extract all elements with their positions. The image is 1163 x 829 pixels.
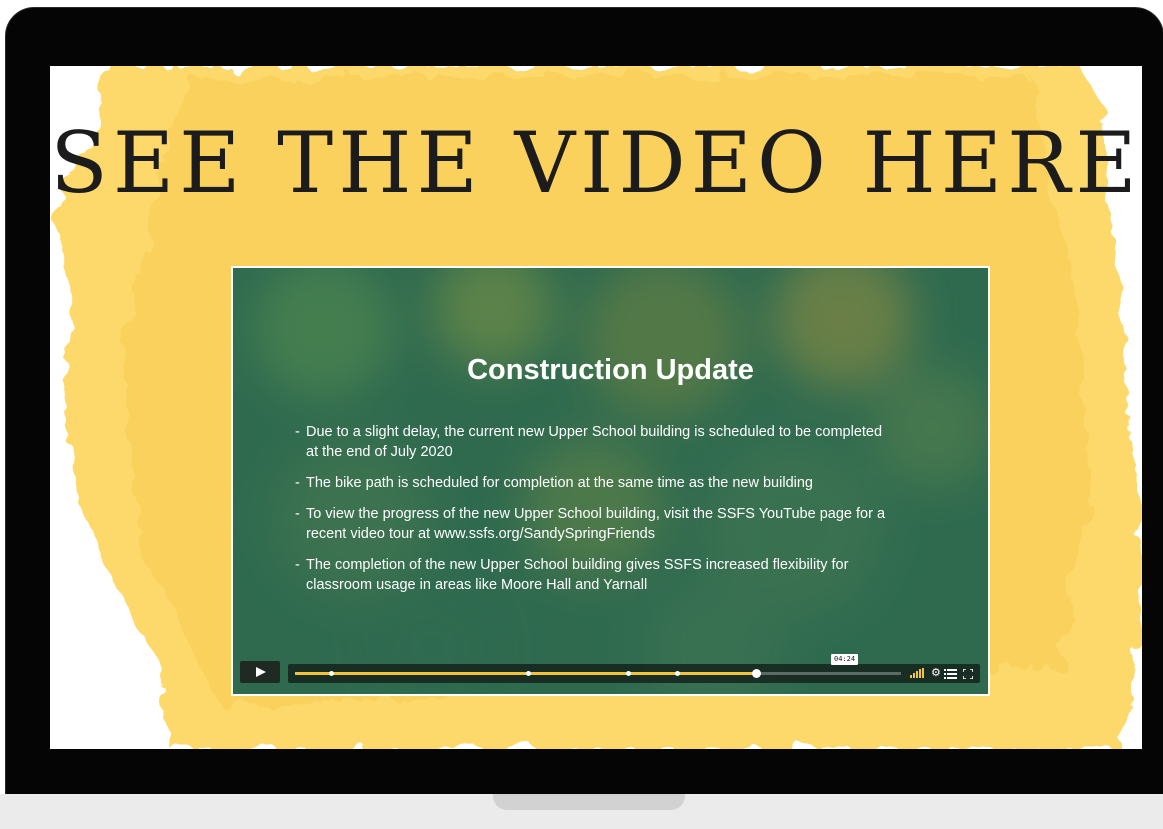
laptop-bezel: SEE THE VIDEO HERE Construction Update -… xyxy=(6,8,1163,794)
volume-icon[interactable] xyxy=(909,668,925,678)
player-control-bar: 04:24 ⚙ xyxy=(288,654,980,683)
bullet-item: - Due to a slight delay, the current new… xyxy=(295,422,975,462)
bullet-line: classroom usage in areas like Moore Hall… xyxy=(306,577,648,593)
bullet-item: - The completion of the new Upper School… xyxy=(295,555,975,595)
laptop-notch xyxy=(493,794,685,810)
progress-track[interactable] xyxy=(295,669,901,678)
bullet-dash: - xyxy=(295,557,300,573)
laptop-screen: SEE THE VIDEO HERE Construction Update -… xyxy=(50,66,1142,749)
progress-fill xyxy=(295,672,756,675)
slide-title: Construction Update xyxy=(467,354,754,386)
bullet-line: Due to a slight delay, the current new U… xyxy=(306,424,883,440)
time-tooltip: 04:24 xyxy=(831,654,859,665)
progress-handle[interactable] xyxy=(751,669,761,678)
bullet-line: The completion of the new Upper School b… xyxy=(306,557,849,573)
slide-bullets: - Due to a slight delay, the current new… xyxy=(295,422,975,606)
bullet-line: The bike path is scheduled for completio… xyxy=(306,475,813,491)
play-button[interactable] xyxy=(240,661,280,683)
bullet-dash: - xyxy=(295,424,300,440)
bullet-line: To view the progress of the new Upper Sc… xyxy=(306,506,886,522)
bullet-item: - The bike path is scheduled for complet… xyxy=(295,473,975,493)
video-player[interactable]: Construction Update - Due to a slight de… xyxy=(233,268,988,694)
bullet-dash: - xyxy=(295,506,300,522)
fullscreen-icon[interactable] xyxy=(963,669,973,679)
list-icon[interactable] xyxy=(944,668,957,679)
bullet-line: recent video tour at www.ssfs.org/SandyS… xyxy=(306,526,655,542)
bullet-dash: - xyxy=(295,475,300,491)
page-headline: SEE THE VIDEO HERE xyxy=(50,114,1142,212)
bullet-item: - To view the progress of the new Upper … xyxy=(295,504,975,544)
bullet-line: at the end of July 2020 xyxy=(306,444,453,460)
gear-icon[interactable]: ⚙ xyxy=(931,667,941,679)
chapter-marker[interactable] xyxy=(329,671,335,676)
chapter-marker[interactable] xyxy=(626,671,632,676)
chapter-marker[interactable] xyxy=(526,671,532,676)
chapter-marker[interactable] xyxy=(674,671,680,676)
